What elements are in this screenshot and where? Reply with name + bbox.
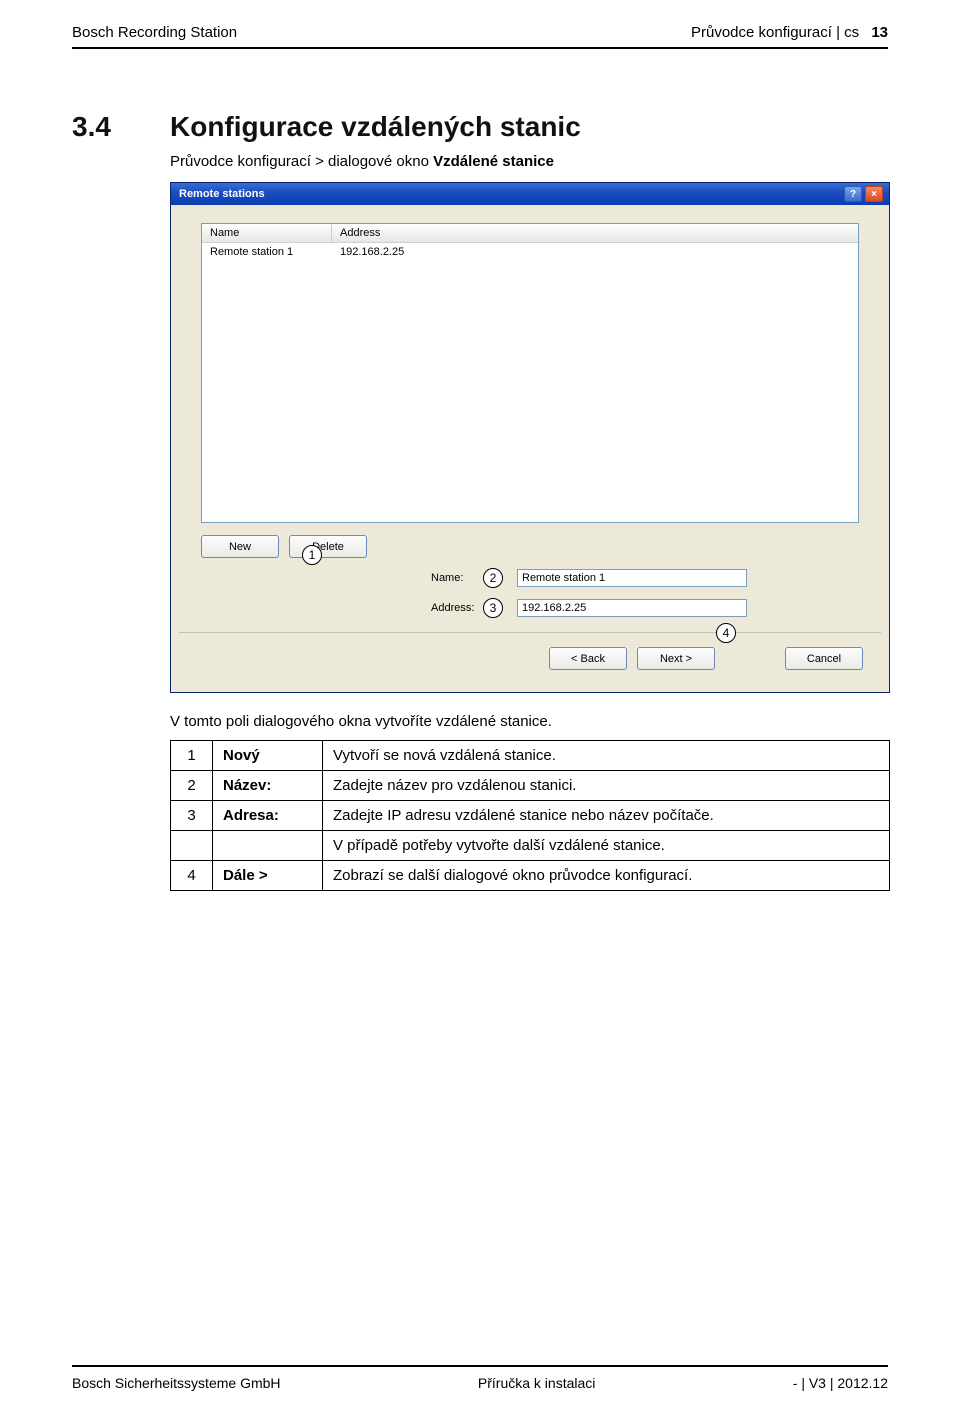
help-icon[interactable]: ? — [844, 186, 862, 202]
dialog-titlebar[interactable]: Remote stations ? × — [171, 183, 889, 205]
list-item[interactable]: Remote station 1 192.168.2.25 — [202, 243, 858, 261]
cell-label — [213, 831, 323, 861]
col-name-header[interactable]: Name — [202, 224, 332, 242]
close-icon[interactable]: × — [865, 186, 883, 202]
table-row: 3 Adresa: Zadejte IP adresu vzdálené sta… — [171, 801, 890, 831]
table-row: 2 Název: Zadejte název pro vzdálenou sta… — [171, 771, 890, 801]
header-divider — [72, 47, 888, 49]
remote-stations-dialog: Remote stations ? × Name Address Remote … — [170, 182, 890, 693]
breadcrumb: Průvodce konfigurací > dialogové okno Vz… — [170, 153, 888, 170]
page-number: 13 — [871, 24, 888, 41]
callout-3-marker: 3 — [483, 598, 503, 618]
callout-4-marker: 4 — [716, 623, 736, 643]
cell-num: 2 — [171, 771, 213, 801]
stations-listbox[interactable]: Name Address Remote station 1 192.168.2.… — [201, 223, 859, 523]
callout-2-marker: 2 — [483, 568, 503, 588]
cell-num: 1 — [171, 741, 213, 771]
footer-divider — [72, 1365, 888, 1367]
dialog-title: Remote stations — [179, 188, 265, 200]
footer-left: Bosch Sicherheitssysteme GmbH — [72, 1375, 281, 1391]
name-field[interactable] — [517, 569, 747, 587]
breadcrumb-prefix: Průvodce konfigurací > dialogové okno — [170, 153, 433, 170]
back-button[interactable]: < Back — [549, 647, 627, 670]
name-label: Name: — [431, 572, 483, 584]
table-row: V případě potřeby vytvořte další vzdálen… — [171, 831, 890, 861]
cell-num: 3 — [171, 801, 213, 831]
new-button[interactable]: New — [201, 535, 279, 558]
cell-label: Dále > — [213, 861, 323, 891]
cell-label: Adresa: — [213, 801, 323, 831]
doc-header-right: Průvodce konfigurací | cs 13 — [691, 24, 888, 41]
cell-desc: Zobrazí se další dialogové okno průvodce… — [323, 861, 890, 891]
cell-label: Název: — [213, 771, 323, 801]
doc-header-right-text: Průvodce konfigurací | cs — [691, 24, 859, 41]
doc-header-left: Bosch Recording Station — [72, 24, 237, 41]
cancel-button[interactable]: Cancel — [785, 647, 863, 670]
info-paragraph: V tomto poli dialogového okna vytvoříte … — [170, 713, 888, 730]
section-title: Konfigurace vzdálených stanic — [170, 111, 581, 143]
list-header: Name Address — [202, 224, 858, 243]
address-field[interactable] — [517, 599, 747, 617]
cell-desc: Vytvoří se nová vzdálená stanice. — [323, 741, 890, 771]
cell-name: Remote station 1 — [202, 243, 332, 261]
cell-num: 4 — [171, 861, 213, 891]
explanation-table: 1 Nový Vytvoří se nová vzdálená stanice.… — [170, 740, 890, 891]
section-number: 3.4 — [72, 111, 170, 143]
col-address-header[interactable]: Address — [332, 224, 858, 242]
next-button[interactable]: Next > — [637, 647, 715, 670]
table-row: 1 Nový Vytvoří se nová vzdálená stanice. — [171, 741, 890, 771]
cell-address: 192.168.2.25 — [332, 243, 858, 261]
address-label: Address: — [431, 602, 483, 614]
cell-label: Nový — [213, 741, 323, 771]
delete-button[interactable]: Delete — [289, 535, 367, 558]
footer-center: Příručka k instalaci — [478, 1375, 595, 1391]
callout-1-marker: 1 — [302, 545, 322, 565]
footer-right: - | V3 | 2012.12 — [793, 1375, 888, 1391]
cell-num — [171, 831, 213, 861]
cell-desc: Zadejte IP adresu vzdálené stanice nebo … — [323, 801, 890, 831]
cell-desc: Zadejte název pro vzdálenou stanici. — [323, 771, 890, 801]
breadcrumb-strong: Vzdálené stanice — [433, 153, 554, 170]
table-row: 4 Dále > Zobrazí se další dialogové okno… — [171, 861, 890, 891]
cell-desc: V případě potřeby vytvořte další vzdálen… — [323, 831, 890, 861]
